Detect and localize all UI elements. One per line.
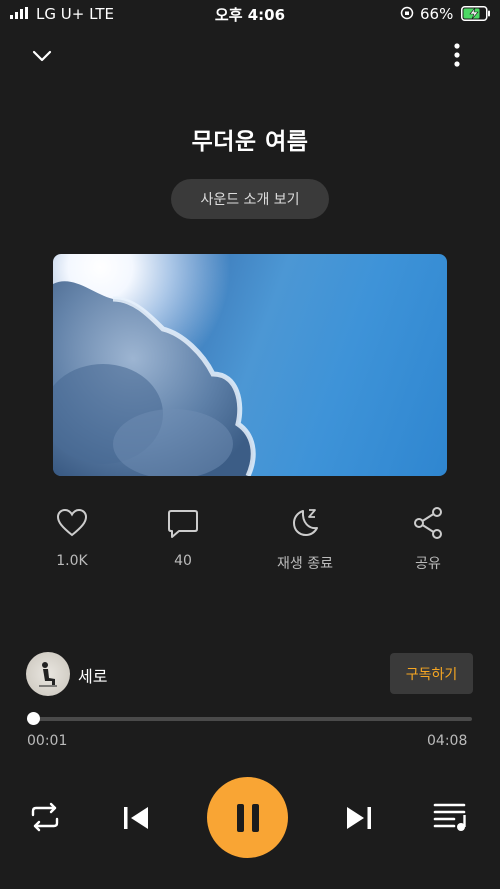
progress-thumb[interactable] [27, 712, 41, 725]
battery-icon [461, 6, 490, 21]
like-count: 1.0K [56, 553, 88, 569]
total-time: 04:08 [427, 733, 468, 749]
album-artwork [53, 254, 447, 476]
play-pause-button[interactable] [207, 777, 288, 858]
moon-sleep-icon [293, 509, 318, 536]
more-vertical-icon[interactable] [444, 40, 470, 72]
chevron-down-icon[interactable] [28, 42, 56, 70]
cloud-sky-image [53, 281, 256, 476]
pause-icon [236, 803, 259, 832]
sleep-timer-action[interactable]: 재생 종료 [250, 505, 360, 573]
playlist-icon[interactable] [432, 800, 470, 834]
comment-action[interactable]: 40 [128, 505, 238, 569]
comment-icon [168, 510, 198, 538]
subscribe-button[interactable]: 구독하기 [390, 653, 473, 694]
repeat-icon[interactable] [28, 800, 62, 834]
status-bar: LG U+ LTE 오후 4:06 66% [0, 0, 500, 28]
sleep-timer-label: 재생 종료 [277, 556, 333, 572]
previous-icon[interactable] [120, 802, 152, 834]
track-title: 무더운 여름 [191, 129, 309, 155]
progress-track[interactable] [32, 717, 472, 721]
share-icon [414, 507, 442, 539]
artist-avatar[interactable] [26, 652, 70, 696]
comment-count: 40 [174, 553, 192, 569]
share-action[interactable]: 공유 [373, 505, 483, 573]
share-label: 공유 [415, 556, 441, 572]
like-action[interactable]: 1.0K [17, 505, 127, 569]
person-sitting-icon [39, 662, 57, 687]
heart-icon [56, 508, 88, 537]
battery-percentage: 66% [420, 5, 454, 23]
sound-intro-button[interactable]: 사운드 소개 보기 [171, 179, 329, 219]
current-time: 00:01 [27, 733, 68, 749]
rotation-lock-icon [400, 6, 414, 20]
artist-name[interactable]: 세로 [78, 663, 107, 687]
next-icon[interactable] [343, 802, 375, 834]
